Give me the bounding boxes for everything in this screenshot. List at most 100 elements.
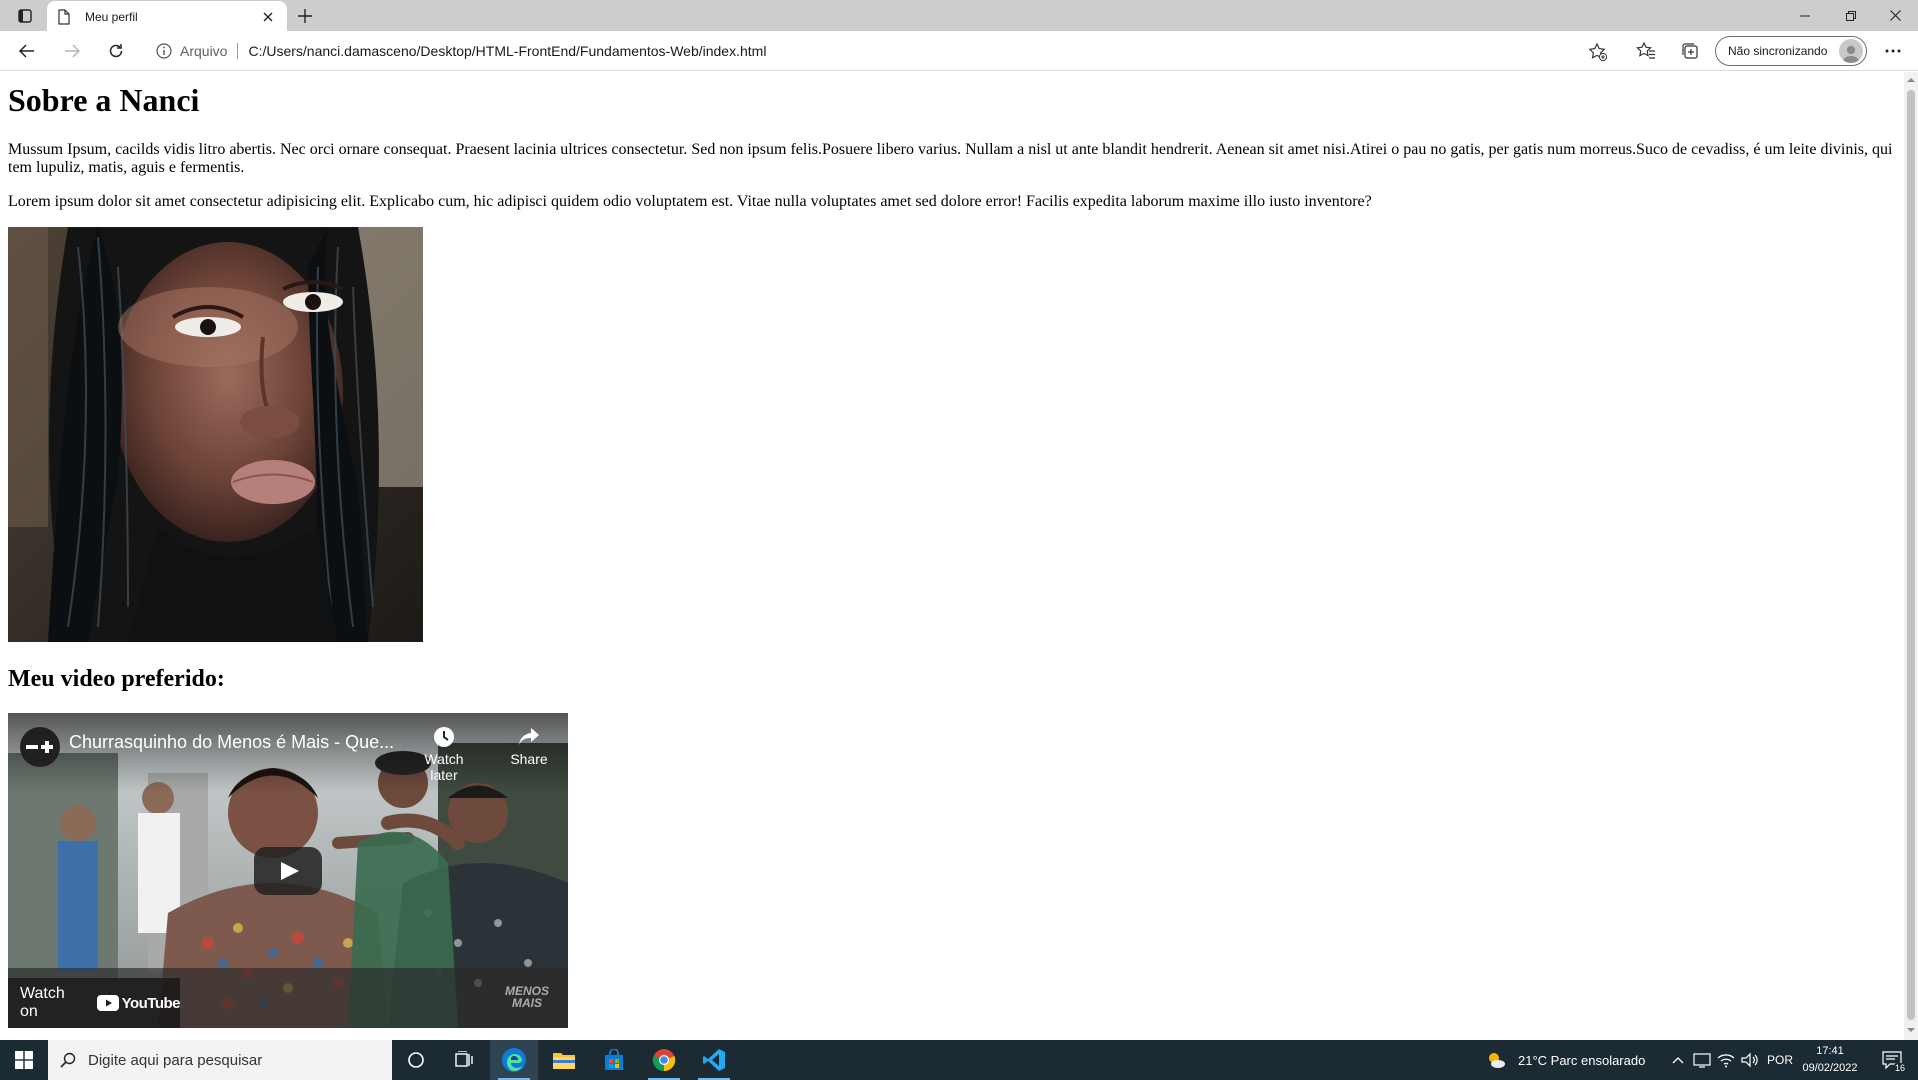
add-favorite-button[interactable]: [1588, 42, 1608, 62]
intro-paragraph: Mussum Ipsum, cacilds vidis litro aberti…: [8, 141, 1893, 176]
reload-button[interactable]: [101, 37, 131, 65]
youtube-logo: YouTube: [96, 994, 181, 1012]
channel-watermark: MENOS MAIS: [505, 985, 549, 1009]
taskbar-store[interactable]: [590, 1040, 638, 1080]
tab-actions-button[interactable]: [8, 4, 42, 28]
video-title[interactable]: Churrasquinho do Menos é Mais - Que...: [69, 732, 394, 753]
volume-icon[interactable]: [1740, 1050, 1760, 1070]
favorites-button[interactable]: [1632, 38, 1660, 64]
wifi-icon[interactable]: [1716, 1050, 1736, 1070]
second-paragraph: Lorem ipsum dolor sit amet consectetur a…: [8, 193, 1372, 210]
taskbar-vscode[interactable]: [690, 1040, 738, 1080]
settings-more-button[interactable]: [1879, 38, 1907, 64]
scroll-thumb[interactable]: [1907, 90, 1915, 1020]
minimize-icon: [1800, 15, 1810, 16]
refresh-icon: [109, 44, 123, 58]
url-text[interactable]: C:/Users/nanci.damasceno/Desktop/HTML-Fr…: [248, 43, 766, 59]
info-icon[interactable]: [156, 43, 172, 59]
chevron-up-icon[interactable]: [1668, 1050, 1688, 1070]
search-placeholder: Digite aqui para pesquisar: [88, 1051, 263, 1069]
vscode-icon: [703, 1049, 725, 1071]
profile-photo: [8, 227, 423, 642]
address-bar[interactable]: Arquivo C:/Users/nanci.damasceno/Desktop…: [146, 36, 1616, 66]
youtube-wordmark: YouTube: [121, 994, 181, 1012]
star-plus-icon: [1588, 42, 1608, 62]
arrow-right-icon: [65, 44, 80, 58]
scroll-down-arrow-icon[interactable]: [1907, 1026, 1915, 1034]
watch-later-label: Watch later: [424, 751, 464, 783]
system-clock[interactable]: 17:41 09/02/2022: [1790, 1043, 1870, 1077]
favorites-icon: [1636, 41, 1655, 59]
notifications-button[interactable]: 16: [1880, 1049, 1906, 1073]
share-icon: [519, 728, 539, 745]
sync-status-label: Não sincronizando: [1728, 44, 1828, 58]
watch-later-button[interactable]: Watch later: [412, 723, 476, 783]
windows-taskbar: Digite aqui para pesquisar 21°C Parc ens…: [0, 1040, 1918, 1080]
plus-icon: [298, 9, 312, 23]
minimize-button[interactable]: [1782, 0, 1828, 31]
search-icon: [60, 1052, 76, 1068]
watch-on-youtube-link[interactable]: Watch on YouTube: [8, 978, 181, 1028]
youtube-video-embed[interactable]: Churrasquinho do Menos é Mais - Que... W…: [8, 713, 568, 1028]
tab-actions-icon: [18, 9, 32, 23]
meet-now-icon[interactable]: [1692, 1050, 1712, 1070]
clock-icon: [434, 727, 454, 747]
cortana-button[interactable]: [392, 1040, 440, 1080]
taskbar-edge[interactable]: [490, 1040, 538, 1080]
share-label: Share: [510, 751, 548, 767]
more-horizontal-icon: [1885, 49, 1901, 53]
youtube-play-icon: [96, 995, 119, 1011]
video-heading: Meu video preferido:: [8, 666, 225, 692]
new-tab-button[interactable]: [293, 4, 317, 28]
play-icon: [254, 847, 322, 895]
document-icon: [57, 8, 73, 25]
profile-sync-button[interactable]: Não sincronizando: [1715, 36, 1867, 66]
edge-browser-icon: [502, 1048, 526, 1072]
cortana-circle-icon: [408, 1052, 424, 1068]
tab-meu-perfil[interactable]: Meu perfil: [47, 1, 287, 32]
clock-time: 17:41: [1816, 1045, 1844, 1057]
play-button[interactable]: [254, 847, 322, 895]
task-view-icon: [455, 1051, 473, 1067]
clock-date: 09/02/2022: [1802, 1062, 1858, 1074]
forward-button[interactable]: [57, 37, 87, 65]
page-title: Sobre a Nanci: [8, 82, 200, 118]
start-button[interactable]: [0, 1040, 48, 1080]
store-bag-icon: [605, 1049, 623, 1070]
collections-button[interactable]: [1676, 38, 1704, 64]
windows-logo-icon: [15, 1051, 33, 1069]
notification-count-badge: 16: [1893, 1063, 1906, 1073]
share-button[interactable]: Share: [497, 723, 561, 767]
folder-icon: [553, 1053, 575, 1069]
close-icon: [1889, 10, 1901, 21]
address-divider: [237, 43, 239, 59]
restore-icon: [1846, 10, 1856, 21]
taskbar-search[interactable]: Digite aqui para pesquisar: [48, 1040, 392, 1080]
tab-close-button[interactable]: [259, 8, 277, 26]
user-icon: [1842, 45, 1860, 63]
page-scrollbar[interactable]: [1904, 72, 1918, 1040]
task-view-button[interactable]: [440, 1040, 488, 1080]
taskbar-chrome[interactable]: [640, 1040, 688, 1080]
close-window-button[interactable]: [1872, 0, 1918, 31]
tab-bar: Meu perfil: [0, 0, 1918, 32]
page-viewport: Sobre a Nanci Mussum Ipsum, cacilds vidi…: [0, 72, 1904, 1040]
collections-icon: [1682, 43, 1698, 59]
weather-icon[interactable]: [1486, 1050, 1506, 1070]
channel-logo-icon: [26, 741, 53, 753]
avatar: [1839, 39, 1863, 63]
watermark-line-2: MAIS: [512, 996, 542, 1010]
weather-text[interactable]: 21°C Parc ensolarado: [1518, 1040, 1645, 1080]
close-icon: [263, 12, 273, 21]
back-button[interactable]: [12, 37, 42, 65]
taskbar-file-explorer[interactable]: [540, 1040, 588, 1080]
chrome-icon: [652, 1049, 676, 1072]
tab-title: Meu perfil: [85, 9, 138, 24]
watch-on-label: Watch on: [20, 985, 65, 1020]
scheme-label: Arquivo: [180, 43, 228, 59]
channel-avatar[interactable]: [20, 727, 60, 767]
browser-toolbar: Arquivo C:/Users/nanci.damasceno/Desktop…: [0, 31, 1918, 71]
scroll-up-arrow-icon[interactable]: [1907, 76, 1915, 84]
restore-button[interactable]: [1828, 0, 1874, 31]
arrow-left-icon: [19, 44, 34, 58]
